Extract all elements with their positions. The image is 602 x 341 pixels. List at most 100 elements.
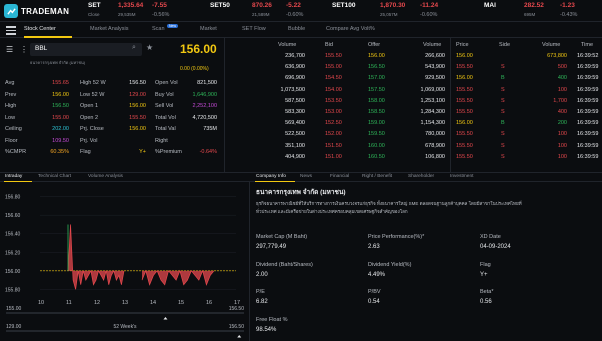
tab-shareholder[interactable]: Shareholder [408, 174, 434, 179]
table-row: 155.50 S 400 16:39:59 [451, 109, 602, 119]
offer-volume: 1,284,300 [420, 109, 445, 115]
tab-technical-chart[interactable]: Technical Chart [38, 174, 71, 179]
trade-volume: 400 [557, 109, 567, 115]
tab-investment[interactable]: Investment [450, 174, 473, 179]
tab-news[interactable]: News [300, 174, 312, 179]
table-row: 156.00 B 200 16:39:59 [451, 120, 602, 130]
bid-price[interactable]: 152.00 [325, 131, 342, 137]
tab-compare-avg-volt[interactable]: Compare Avg Volt% [326, 26, 375, 32]
tab-stock-center[interactable]: Stock Center [24, 26, 56, 32]
ticker-pct: -0.60% [286, 12, 304, 18]
tab-market-analysis[interactable]: Market Analysis [90, 26, 129, 32]
table-row[interactable]: 636,900 155.00 156.50 543,900 [225, 64, 450, 74]
ticker-pct: -0.60% [420, 12, 438, 18]
bid-price[interactable]: 154.50 [325, 75, 342, 81]
intraday-chart[interactable]: 156.80 156.60 156.40 156.20 156.00 155.80 10 11… [0, 182, 250, 341]
trade-price: 156.00 [456, 75, 473, 82]
tab-market[interactable]: Market [200, 26, 217, 32]
bid-price[interactable]: 154.00 [325, 87, 342, 93]
table-row[interactable]: 583,300 153.00 158.50 1,284,300 [225, 109, 450, 119]
tab-company-info[interactable]: Company Info [256, 174, 286, 179]
company-info-panel: ธนาคารกรุงเทพ จำกัด (มหาชน) ธุรกิจธนาคาร… [250, 182, 602, 341]
table-row[interactable]: 351,100 151.50 160.00 678,900 [225, 143, 450, 153]
offer-price[interactable]: 156.50 [368, 64, 385, 70]
ticker-set100[interactable]: SET100 1,870.30 -11.24 25,057M -0.60% [332, 2, 452, 20]
y-tick-label: 156.00 [5, 269, 21, 275]
trade-volume: 500 [557, 64, 567, 71]
stat-value: 156.00 [129, 126, 146, 132]
table-row[interactable]: 522,500 152.00 159.50 780,000 [225, 131, 450, 141]
ticker-status: Close [88, 12, 100, 17]
offer-price[interactable]: 159.50 [368, 131, 385, 137]
stat-label: High [5, 103, 17, 109]
ticker-value: 29,535M [118, 12, 136, 17]
table-row[interactable]: 696,900 154.50 157.00 929,500 [225, 75, 450, 85]
offer-price[interactable]: 157.50 [368, 87, 385, 93]
ticker-set[interactable]: SET 1,335.64 -7.55 Close 29,535M -0.56% [88, 2, 188, 20]
tab-intraday[interactable]: Intraday [5, 174, 22, 179]
table-row[interactable]: 569,400 152.50 159.00 1,154,300 [225, 120, 450, 130]
bid-price[interactable]: 152.50 [325, 120, 342, 126]
table-row[interactable]: 1,073,500 154.00 157.50 1,069,000 [225, 87, 450, 97]
trade-time: 16:39:59 [577, 153, 599, 160]
stat-label: Open Vol [155, 80, 178, 86]
table-row: 156.00 B 400 16:39:59 [451, 75, 602, 85]
offer-price[interactable]: 160.00 [368, 143, 385, 149]
table-row[interactable]: 404,900 151.00 160.50 106,800 [225, 154, 450, 164]
menu-icon[interactable] [6, 26, 16, 35]
tab-set-flow[interactable]: SET Flow [242, 26, 266, 32]
column-header: Side [499, 42, 511, 48]
offer-price[interactable]: 160.50 [368, 154, 385, 160]
offer-price[interactable]: 159.00 [368, 120, 385, 126]
table-row: 156.00 673,800 16:39:52 [451, 53, 602, 63]
tab-financial[interactable]: Financial [330, 174, 349, 179]
stat-value: 821,500 [197, 80, 217, 86]
ticker-set50[interactable]: SET50 870.26 -5.22 21,589M -0.60% [210, 2, 320, 20]
bid-price[interactable]: 155.00 [325, 64, 342, 70]
day-range-low: 155.00 [6, 306, 22, 312]
menu-icon[interactable]: ⋮ [20, 45, 28, 54]
bid-price[interactable]: 153.00 [325, 109, 342, 115]
y-tick-label: 156.60 [5, 213, 21, 219]
ticker-price: 1,870.30 [380, 2, 406, 9]
bid-price[interactable]: 151.50 [325, 143, 342, 149]
list-icon[interactable]: ☰ [6, 45, 13, 54]
column-header: Time [581, 42, 594, 48]
field-label: XD Date [480, 234, 501, 240]
tab-volume-analysis[interactable]: Volume Analysis [88, 174, 123, 179]
y-tick-label: 156.40 [5, 232, 21, 238]
field-label: Free Float % [256, 317, 288, 323]
offer-price[interactable]: 157.00 [368, 75, 385, 81]
tab-right-benefit[interactable]: Right / Benefit [362, 174, 392, 179]
offer-price[interactable]: 158.50 [368, 109, 385, 115]
search-icon[interactable]: ⌕ [132, 44, 136, 52]
offer-price[interactable]: 158.00 [368, 98, 385, 104]
week52-range-marker [237, 335, 242, 338]
table-row[interactable]: 587,500 153.50 158.00 1,253,100 [225, 98, 450, 108]
y-tick-label: 156.20 [5, 250, 21, 256]
tab-bubble[interactable]: Bubble [288, 26, 305, 32]
offer-volume: 780,000 [425, 131, 445, 138]
stat-label: Floor [5, 137, 18, 144]
stat-label: Avg [5, 80, 15, 86]
brand-logo[interactable]: TRADEMAN [4, 4, 69, 18]
symbol-search-input[interactable]: BBL ⌕ [30, 43, 142, 56]
bid-price[interactable]: 151.00 [325, 154, 342, 160]
trade-side: S [501, 86, 505, 93]
tab-scan[interactable]: Scan [152, 26, 165, 32]
stat-value: 155.65 [52, 80, 69, 86]
stat-label: Low 52 W [80, 91, 105, 98]
favorite-star-icon[interactable]: ★ [146, 43, 153, 52]
bid-price[interactable]: 153.50 [325, 98, 342, 104]
field-label: P/E [256, 289, 265, 295]
trade-price: 155.50 [456, 142, 473, 149]
trade-time: 16:39:59 [577, 75, 599, 82]
offer-price[interactable]: 156.00 [368, 53, 385, 59]
bid-price[interactable]: 155.50 [325, 53, 342, 59]
field-value: 2.63 [368, 244, 380, 250]
bid-volume: 569,400 [285, 120, 305, 127]
ticker-mai[interactable]: MAI 282.52 -1.23 695M -0.43% [484, 2, 594, 20]
stat-label: Buy Vol [155, 91, 174, 98]
table-row[interactable]: 236,700 155.50 156.00 266,600 [225, 53, 450, 63]
x-tick-label: 16 [206, 300, 212, 306]
